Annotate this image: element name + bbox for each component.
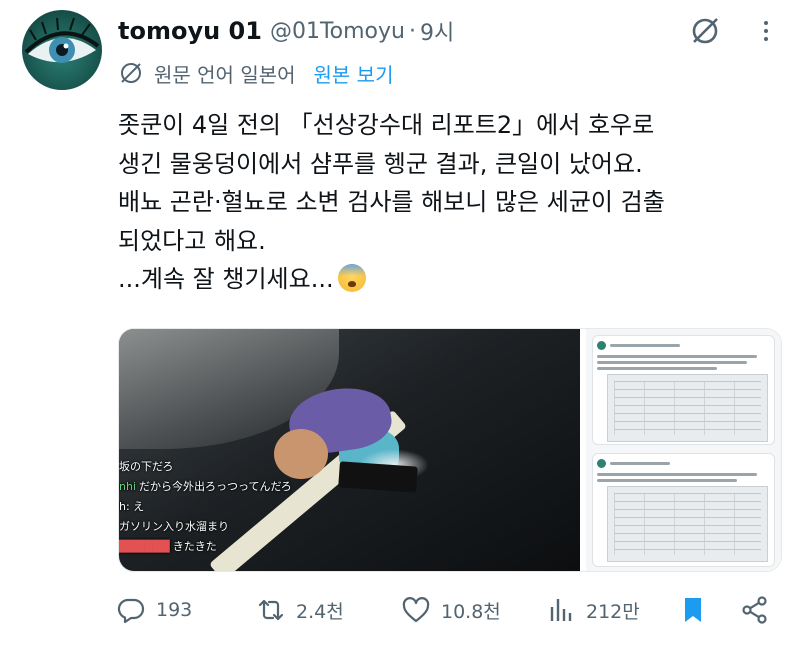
mini-text-line	[596, 367, 717, 370]
chat-line: ██████ きたきた	[119, 537, 319, 557]
timestamp[interactable]: 9시	[420, 15, 454, 47]
mini-text-line	[596, 473, 757, 476]
bag	[338, 461, 418, 493]
separator-dot: ·	[408, 18, 416, 44]
grok-icon[interactable]	[688, 14, 722, 48]
like-count: 10.8천	[441, 600, 501, 623]
chat-line: nhi だから今外出ろっつってんだろ	[119, 477, 319, 497]
translation-bar: 원문 언어 일본어 원본 보기	[118, 58, 393, 88]
reply-icon	[117, 598, 145, 624]
embedded-post-card	[591, 335, 775, 445]
tweet-line: 배뇨 곤란·혈뇨로 소변 검사를 해보니 많은 세균이 검출	[118, 188, 665, 216]
mini-text-line	[596, 361, 747, 364]
tweet-body: 좃쿤이 4일 전의 「선상강수대 리포트2」에서 호우로 생긴 물웅덩이에서 샴…	[118, 106, 788, 299]
view-count: 212만	[586, 600, 640, 623]
stream-chat-overlay: 坂の下だろ nhi だから今外出ろっつってんだろ h: え ガソリン入り水溜まり …	[119, 457, 319, 557]
show-original-link[interactable]: 원본 보기	[314, 59, 394, 88]
chat-text: h: え	[119, 500, 145, 513]
media-document-thumbnail[interactable]	[585, 329, 781, 571]
bookmark-button[interactable]	[678, 590, 708, 630]
translate-icon	[121, 63, 141, 83]
author-handle[interactable]: @01Tomoyu	[270, 19, 405, 44]
chat-line: h: え	[119, 497, 319, 517]
share-button[interactable]	[740, 590, 770, 630]
tweet-line: 생긴 물웅덩이에서 샴푸를 헹군 결과, 큰일이 났어요.	[118, 149, 643, 178]
tweet-line: 좃쿤이 4일 전의 「선상강수대 리포트2」에서 호우로	[118, 111, 655, 139]
chat-user: nhi	[119, 480, 136, 493]
chat-text: 坂の下だろ	[119, 460, 174, 473]
share-icon	[742, 596, 767, 624]
like-icon	[402, 597, 430, 623]
mini-text-line	[609, 461, 670, 465]
avatar[interactable]	[22, 10, 102, 90]
chat-user-redacted: ██████	[119, 540, 170, 553]
avatar-eye-art	[24, 17, 100, 63]
lab-report-paper	[606, 374, 768, 442]
embedded-post-header	[596, 458, 770, 468]
more-icon[interactable]	[754, 14, 778, 48]
retweet-count: 2.4천	[296, 600, 344, 623]
chat-text: ガソリン入り水溜まり	[119, 520, 229, 533]
report-grid	[613, 381, 761, 435]
action-bar: 193 2.4천 10.8천 212만	[116, 590, 786, 630]
reply-button[interactable]: 193	[116, 590, 192, 630]
source-language-label: 원문 언어 일본어	[154, 62, 296, 87]
like-button[interactable]: 10.8천	[401, 590, 501, 630]
reply-count: 193	[156, 599, 193, 621]
bookmark-icon	[685, 598, 701, 622]
embedded-post-card	[591, 453, 775, 567]
retweet-icon	[258, 599, 284, 621]
tweet-header: tomoyu 01 @01Tomoyu · 9시	[118, 14, 454, 48]
mini-text-line	[596, 479, 737, 482]
media-gallery: 坂の下だろ nhi だから今外出ろっつってんだろ h: え ガソリン入り水溜まり …	[118, 328, 782, 572]
mini-avatar	[596, 458, 606, 468]
report-grid	[613, 493, 761, 555]
retweet-button[interactable]: 2.4천	[256, 590, 344, 630]
mini-text-line	[609, 343, 680, 347]
chat-text: だから今外出ろっつってんだろ	[139, 480, 292, 493]
tweet-line: ...계속 잘 챙기세요...	[118, 265, 334, 293]
views-icon	[550, 599, 572, 621]
author-display-name[interactable]: tomoyu 01	[118, 17, 262, 45]
lab-report-paper	[606, 486, 768, 562]
chat-line: ガソリン入り水溜まり	[119, 517, 319, 537]
mini-avatar	[596, 340, 606, 350]
tweet-line: 되었다고 해요.	[118, 226, 266, 255]
chat-text: きたきた	[172, 540, 217, 553]
anxious-face-emoji-icon	[337, 264, 366, 292]
views-button[interactable]: 212만	[546, 590, 640, 630]
embedded-post-header	[596, 340, 770, 350]
tweet-line-last: ...계속 잘 챙기세요...	[118, 260, 788, 299]
mini-text-line	[596, 355, 757, 358]
media-video-thumbnail[interactable]: 坂の下だろ nhi だから今外出ろっつってんだろ h: え ガソリン入り水溜まり …	[119, 329, 580, 571]
chat-line: 坂の下だろ	[119, 457, 319, 477]
